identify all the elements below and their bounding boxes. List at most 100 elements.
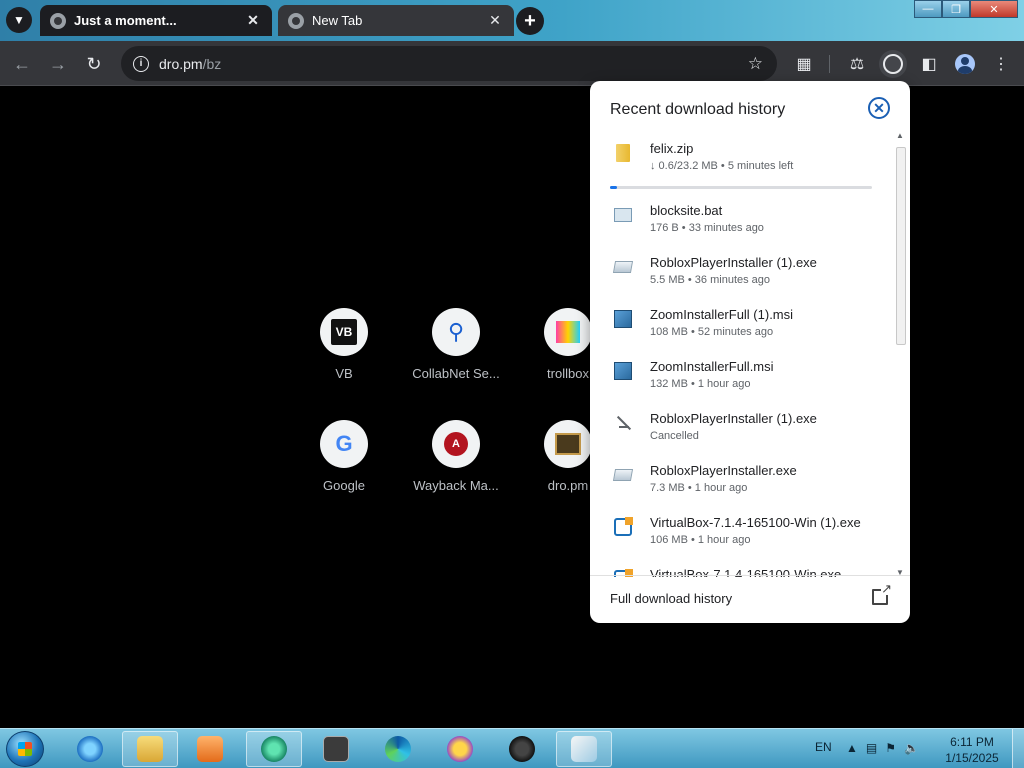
download-item[interactable]: RobloxPlayerInstaller.exe 7.3 MB • 1 hou…: [590, 453, 892, 505]
labs-button[interactable]: ⚖: [843, 50, 871, 78]
url-host: dro.pm: [159, 55, 203, 72]
profile-button[interactable]: [951, 50, 979, 78]
full-history-link[interactable]: Full download history: [610, 591, 732, 606]
download-item[interactable]: blocksite.bat 176 B • 33 minutes ago: [590, 193, 892, 245]
clock-date: 1/15/2025: [945, 751, 999, 765]
download-item[interactable]: ZoomInstallerFull.msi 132 MB • 1 hour ag…: [590, 349, 892, 401]
file-name: VirtualBox-7.1.4-165100-Win (1).exe: [650, 515, 861, 530]
language-indicator[interactable]: EN: [815, 740, 832, 754]
menu-button[interactable]: ⋮: [987, 50, 1015, 78]
avatar-icon: [955, 54, 975, 74]
tab-search-button[interactable]: ▼: [6, 7, 32, 33]
download-item[interactable]: ZoomInstallerFull (1).msi 108 MB • 52 mi…: [590, 297, 892, 349]
file-name: RobloxPlayerInstaller (1).exe: [650, 255, 817, 270]
taskbar-vpn[interactable]: [432, 731, 488, 767]
action-center-flag-icon[interactable]: ⚑: [885, 741, 896, 755]
close-panel-button[interactable]: ✕: [868, 97, 890, 119]
close-tab-icon[interactable]: ✕: [486, 12, 504, 29]
shortcut-collabnet[interactable]: ⚲ CollabNet Se...: [401, 308, 511, 381]
minimize-button[interactable]: —: [914, 0, 942, 18]
taskbar-app-winsd[interactable]: [308, 731, 364, 767]
taskbar-obs[interactable]: [494, 731, 550, 767]
dro-icon: [555, 433, 581, 455]
network-icon[interactable]: ▤: [866, 741, 877, 755]
bookmark-star-icon[interactable]: ☆: [748, 54, 763, 74]
back-arrow-icon: ←: [13, 53, 31, 74]
wayback-logo-icon: A: [444, 432, 468, 456]
chevron-down-icon: ▼: [13, 13, 25, 27]
back-button[interactable]: ←: [8, 50, 36, 78]
close-tab-icon[interactable]: ✕: [244, 12, 262, 29]
internet-explorer-icon: [77, 736, 103, 762]
taskbar-paint[interactable]: [556, 731, 612, 767]
google-logo-icon: G: [335, 431, 353, 456]
reload-icon: ↻: [86, 53, 102, 74]
shield-icon: [447, 736, 473, 762]
new-tab-button[interactable]: +: [516, 7, 544, 35]
download-item[interactable]: RobloxPlayerInstaller (1).exe Cancelled: [590, 401, 892, 453]
system-tray: ▲ ▤ ⚑ 🔈: [846, 741, 919, 755]
file-name: felix.zip: [650, 141, 694, 156]
puzzle-icon: ▦: [796, 56, 812, 73]
media-player-icon: [197, 736, 223, 762]
forward-arrow-icon: →: [49, 53, 67, 74]
maximize-button[interactable]: ❐: [942, 0, 970, 18]
globe-icon: [50, 12, 66, 29]
file-name: RobloxPlayerInstaller.exe: [650, 463, 797, 478]
shortcut-label: Wayback Ma...: [413, 478, 499, 493]
obs-icon: [509, 736, 535, 762]
download-list-scrollbar[interactable]: ▲ ▼: [894, 131, 908, 577]
full-history-row[interactable]: Full download history: [590, 575, 910, 623]
shortcut-label: Google: [323, 478, 365, 493]
scroll-down-icon[interactable]: ▼: [896, 568, 904, 577]
site-info-icon[interactable]: i: [133, 55, 149, 72]
exe-icon: [612, 465, 634, 485]
file-status: Cancelled: [650, 430, 699, 442]
clock[interactable]: 6:11 PM 1/15/2025: [942, 734, 1002, 766]
shortcut-wayback[interactable]: A Wayback Ma...: [401, 420, 511, 493]
taskbar-media-player[interactable]: [182, 731, 238, 767]
tab-just-a-moment[interactable]: Just a moment... ✕: [40, 5, 272, 36]
scroll-up-icon[interactable]: ▲: [896, 131, 904, 140]
forward-button[interactable]: →: [44, 50, 72, 78]
address-bar[interactable]: i dro.pm/bz ☆: [121, 46, 777, 81]
taskbar-internet-explorer[interactable]: [62, 731, 118, 767]
flask-icon: ⚖: [849, 56, 865, 73]
msi-icon: [613, 309, 633, 329]
shortcut-google[interactable]: G Google: [289, 420, 399, 493]
browser-icon: [261, 736, 287, 762]
tab-new-tab[interactable]: New Tab ✕: [278, 5, 514, 36]
file-status: 108 MB • 52 minutes ago: [650, 326, 774, 338]
toolbar-separator: [829, 55, 830, 73]
extensions-button[interactable]: ▦: [790, 50, 818, 78]
taskbar-file-explorer[interactable]: [122, 731, 178, 767]
taskbar-edge[interactable]: [370, 731, 426, 767]
download-item[interactable]: VirtualBox-7.1.4-165100-Win (1).exe 106 …: [590, 505, 892, 557]
volume-icon[interactable]: 🔈: [904, 741, 919, 755]
close-window-button[interactable]: ✕: [970, 0, 1018, 18]
shortcut-icon: ⚲: [432, 308, 480, 356]
side-panel-button[interactable]: ◧: [915, 50, 943, 78]
download-item[interactable]: RobloxPlayerInstaller (1).exe 5.5 MB • 3…: [590, 245, 892, 297]
shortcut-icon: [544, 420, 592, 468]
downloads-button[interactable]: [879, 50, 907, 78]
shortcut-icon: A: [432, 420, 480, 468]
shortcut-icon: [544, 308, 592, 356]
shortcut-vb[interactable]: VB VB: [289, 308, 399, 381]
file-name: blocksite.bat: [650, 203, 723, 218]
start-button[interactable]: [6, 731, 44, 767]
file-status: 132 MB • 1 hour ago: [650, 378, 751, 390]
url-path: /bz: [202, 55, 222, 72]
show-hidden-icons-icon[interactable]: ▲: [846, 741, 858, 755]
bat-icon: [613, 205, 633, 225]
virtualbox-icon: [613, 517, 633, 537]
download-item[interactable]: VirtualBox-7.1.4-165100-Win.exe: [590, 557, 892, 577]
file-name: VirtualBox-7.1.4-165100-Win.exe: [650, 567, 842, 577]
show-desktop-button[interactable]: [1012, 729, 1024, 768]
download-item[interactable]: felix.zip ↓ 0.6/23.2 MB • 5 minutes left: [590, 131, 892, 193]
reload-button[interactable]: ↻: [80, 50, 108, 78]
taskbar-browser[interactable]: [246, 731, 302, 767]
shortcut-label: VB: [335, 366, 353, 381]
open-in-new-icon[interactable]: [872, 582, 892, 605]
scroll-thumb[interactable]: [896, 147, 906, 345]
